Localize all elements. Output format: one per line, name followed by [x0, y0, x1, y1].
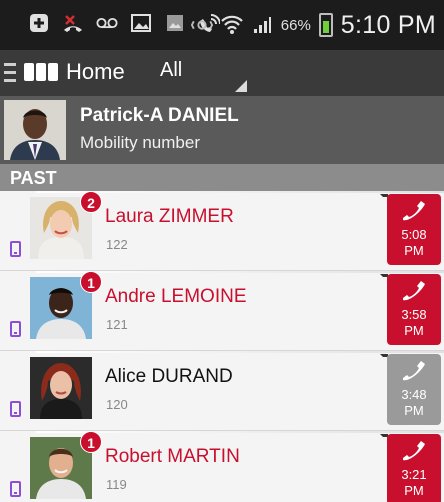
contact-extension: 122 [106, 237, 128, 252]
system-status: 66% 5:10 PM [190, 8, 436, 42]
clock: 5:10 PM [340, 10, 436, 39]
section-label: PAST [10, 168, 57, 188]
mobile-device-icon [10, 321, 21, 337]
filter-dropdown[interactable]: All [160, 59, 182, 82]
call-time-value: 3:58 [401, 307, 427, 322]
signal-icon [251, 14, 273, 36]
call-back-button[interactable]: 3:21 PM [387, 434, 441, 502]
mobile-device-icon [10, 481, 21, 497]
menu-icon[interactable] [4, 60, 16, 84]
image-icon [130, 12, 152, 34]
app-title[interactable]: Home [66, 59, 125, 85]
wifi-icon [220, 14, 243, 36]
app-bar: Home All [0, 50, 444, 96]
contact-name: Andre LEMOINE [105, 286, 247, 307]
missed-count-badge: 2 [80, 191, 102, 213]
call-time-value: 3:21 [401, 467, 427, 482]
call-time-period: PM [404, 403, 424, 418]
phone-handset-icon [403, 361, 425, 381]
call-list-item[interactable]: 2 Laura ZIMMER 122 5:08 PM [0, 191, 444, 271]
missed-call-icon [62, 12, 84, 34]
user-profile-header[interactable]: Patrick-A DANIEL Mobility number [0, 96, 444, 164]
missed-count-badge: 1 [80, 431, 102, 453]
app-logo-icon[interactable] [24, 63, 58, 81]
contact-extension: 119 [106, 477, 127, 492]
contact-avatar [30, 357, 92, 419]
contact-name: Alice DURAND [105, 366, 233, 387]
call-time: 5:08 PM [387, 227, 441, 259]
profile-avatar [4, 100, 66, 160]
call-time: 3:21 PM [387, 467, 441, 499]
vibrate-icon [190, 14, 213, 36]
phone-handset-icon [403, 201, 425, 221]
voicemail-icon [96, 12, 118, 34]
call-time-value: 3:48 [401, 387, 427, 402]
contact-name: Robert MARTIN [105, 446, 240, 467]
gallery-icon [164, 12, 186, 34]
contact-name: Laura ZIMMER [105, 206, 234, 227]
contact-extension: 121 [106, 317, 128, 332]
call-back-button[interactable]: 5:08 PM [387, 194, 441, 265]
call-time-value: 5:08 [401, 227, 427, 242]
call-time-period: PM [404, 243, 424, 258]
add-notification-icon [28, 12, 50, 34]
battery-percent: 66% [280, 16, 311, 34]
call-time: 3:58 PM [387, 307, 441, 339]
contact-extension: 120 [106, 397, 128, 412]
call-list-item[interactable]: Alice DURAND 120 3:48 PM [0, 351, 444, 431]
dropdown-caret-icon[interactable] [235, 80, 247, 92]
call-back-button[interactable]: 3:48 PM [387, 354, 441, 425]
phone-handset-icon [403, 441, 425, 461]
call-time-period: PM [404, 323, 424, 338]
battery-icon [318, 13, 333, 37]
status-bar: 66% 5:10 PM [0, 0, 444, 50]
call-time-period: PM [404, 483, 424, 498]
phone-handset-icon [403, 281, 425, 301]
call-list-item[interactable]: 1 Robert MARTIN 119 3:21 PM [0, 431, 444, 502]
profile-name: Patrick-A DANIEL [80, 105, 239, 126]
section-header-past: PAST [0, 164, 444, 191]
call-back-button[interactable]: 3:58 PM [387, 274, 441, 345]
call-list-item[interactable]: 1 Andre LEMOINE 121 3:58 PM [0, 271, 444, 351]
call-time: 3:48 PM [387, 387, 441, 419]
missed-count-badge: 1 [80, 271, 102, 293]
mobile-device-icon [10, 401, 21, 417]
mobile-device-icon [10, 241, 21, 257]
profile-subtitle: Mobility number [80, 133, 200, 152]
